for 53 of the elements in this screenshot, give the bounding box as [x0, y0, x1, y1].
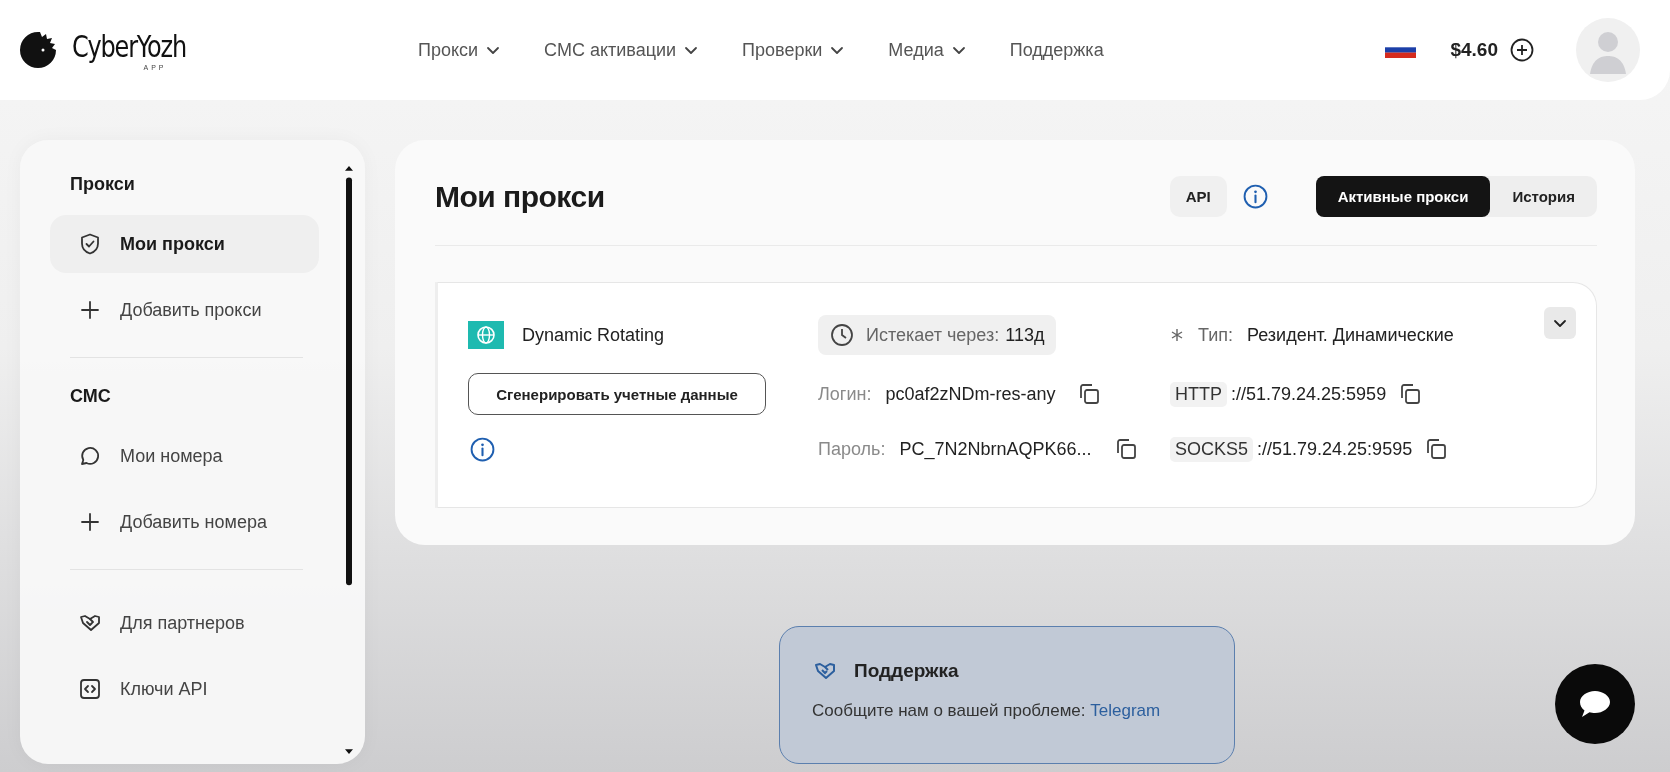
support-title: Поддержка: [854, 660, 959, 682]
clock-icon: [830, 323, 854, 347]
copy-icon[interactable]: [1424, 437, 1449, 461]
code-icon: [78, 677, 102, 701]
page-title: Мои прокси: [435, 179, 606, 214]
info-icon[interactable]: [470, 436, 495, 462]
tab[interactable]: История: [1490, 176, 1597, 217]
type-label: Тип:: [1198, 324, 1233, 346]
globe-icon: [468, 321, 504, 349]
generate-credentials-button[interactable]: Сгенерировать учетные данные: [468, 373, 766, 415]
asterisk-icon: [1170, 328, 1184, 342]
telegram-link[interactable]: Telegram: [1090, 701, 1161, 720]
shield-check-icon: [78, 232, 102, 256]
type-value: Резидент. Динамические: [1247, 324, 1454, 346]
support-text: Сообщите нам о вашей проблеме: Telegram: [812, 701, 1162, 721]
proxy-address: ://51.79.24.25:5959: [1231, 383, 1387, 405]
copy-icon[interactable]: [1077, 382, 1102, 406]
proxy-name: Dynamic Rotating: [522, 324, 665, 346]
protocol-label: HTTP: [1170, 381, 1227, 407]
nav-link[interactable]: СМС активации: [544, 39, 699, 61]
proxy-address: ://51.79.24.25:9595: [1257, 438, 1413, 460]
info-icon[interactable]: [1242, 184, 1268, 209]
section-title: Прокси: [70, 174, 135, 195]
sidebar-item[interactable]: Добавить прокси: [50, 281, 319, 339]
hedgehog-logo-icon: [18, 30, 58, 70]
scrollbar[interactable]: [343, 166, 355, 754]
sidebar-item[interactable]: Ключи API: [50, 660, 319, 718]
logo-wordmark: CyberYozh: [72, 29, 186, 64]
protocol-label: SOCKS5: [1170, 436, 1254, 462]
credential-label: Логин:: [818, 383, 872, 405]
section-title: СМС: [70, 386, 111, 407]
nav-link[interactable]: Поддержка: [1009, 39, 1104, 61]
sidebar-item[interactable]: Добавить номера: [50, 493, 319, 551]
sidebar-item[interactable]: Для партнеров: [50, 594, 319, 652]
credential-label: Пароль:: [818, 438, 886, 460]
plus-icon: [78, 510, 102, 534]
credential-value: PC_7N2NbrnAQPK66...: [899, 438, 1092, 460]
nav-link[interactable]: Медиа: [888, 39, 966, 61]
expand-button[interactable]: [1544, 307, 1576, 339]
tab[interactable]: Активные прокси: [1315, 176, 1491, 217]
expiry-badge: Истекает через: 113д: [818, 315, 1057, 355]
sidebar-item[interactable]: Мои номера: [50, 427, 319, 485]
chat-bubble-icon: [1578, 689, 1612, 719]
credential-value: pc0af2zNDm-res-any: [885, 383, 1056, 405]
api-button[interactable]: API: [1169, 176, 1227, 217]
nav-link[interactable]: Прокси: [418, 39, 501, 61]
sidebar-item[interactable]: Мои прокси: [50, 215, 319, 273]
plus-icon: [78, 298, 102, 322]
nav-link[interactable]: Проверки: [742, 39, 845, 61]
balance-amount: $4.60: [1450, 39, 1498, 61]
copy-icon[interactable]: [1398, 382, 1423, 406]
add-circle-icon[interactable]: [1510, 38, 1534, 62]
chat-bubble-icon: [78, 444, 102, 468]
